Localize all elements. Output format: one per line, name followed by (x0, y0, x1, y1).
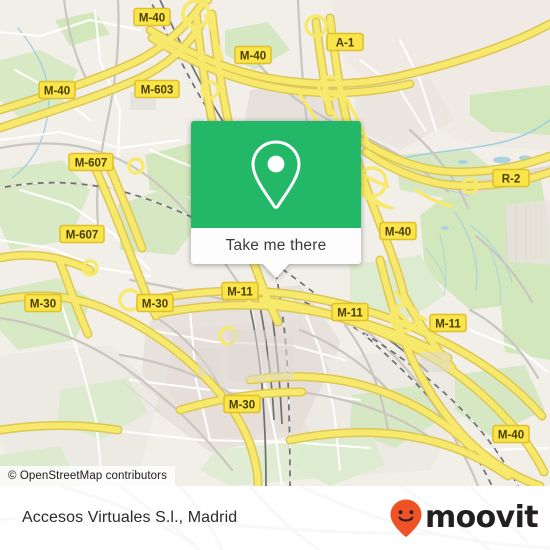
road-shield-label: M-40 (139, 12, 165, 24)
attribution-text: © OpenStreetMap contributors (8, 470, 167, 482)
road-shield-label: M-40 (385, 226, 411, 238)
road-shield-label: M-30 (229, 399, 255, 411)
road-shield-label: M-11 (435, 318, 461, 330)
footer-bar: Accesos Virtuales S.l., Madrid moovit (0, 486, 550, 550)
road-shield: M-40 (133, 7, 171, 27)
moovit-wordmark: moovit (424, 500, 539, 535)
location-popup[interactable]: Take me there (191, 121, 361, 278)
road-shield-label: M-11 (337, 307, 363, 319)
road-shield-label: M-11 (227, 286, 253, 298)
take-me-there-label: Take me there (225, 237, 327, 254)
road-shield: M-11 (331, 302, 369, 322)
road-shield: M-11 (429, 313, 467, 333)
popup-image-panel (191, 121, 361, 228)
road-shield: A-1 (326, 32, 364, 52)
moovit-smiling-pin-icon (390, 499, 422, 537)
road-shield: M-603 (134, 79, 180, 99)
road-shield: M-40 (38, 80, 76, 100)
road-shield-label: M-40 (240, 50, 266, 62)
moovit-logo[interactable]: moovit (389, 498, 539, 538)
map-pin-icon (251, 139, 301, 209)
road-shield-label: M-607 (66, 229, 99, 241)
take-me-there-button[interactable]: Take me there (191, 228, 361, 264)
road-shield-label: M-607 (75, 157, 108, 169)
place-title: Accesos Virtuales S.l., Madrid (22, 509, 238, 526)
road-shield-label: M-30 (142, 298, 168, 310)
road-shield: M-40 (379, 221, 417, 241)
road-shield: M-30 (223, 394, 261, 414)
road-shield-label: M-40 (44, 85, 70, 97)
road-shield-label: M-603 (141, 84, 174, 96)
road-shield-label: A-1 (336, 37, 355, 49)
road-shield-label: R-2 (502, 173, 521, 185)
road-shield: R-2 (492, 168, 530, 188)
road-shield: M-607 (59, 224, 105, 244)
popup-tail (262, 263, 290, 278)
road-shield: M-30 (136, 293, 174, 313)
road-shield-label: M-30 (30, 298, 56, 310)
road-shield: M-607 (68, 152, 114, 172)
map-attribution: © OpenStreetMap contributors (0, 466, 175, 486)
road-shield: M-11 (221, 281, 259, 301)
road-shield: M-30 (24, 293, 62, 313)
road-shield: M-40 (492, 424, 530, 444)
moovit-map-screenshot: M-40 M-40 A-1 M-40 M-603 M-607 R-2 M-607 M-40 M-1… (0, 0, 550, 550)
road-shield: M-40 (234, 45, 272, 65)
road-shield-label: M-40 (498, 429, 524, 441)
